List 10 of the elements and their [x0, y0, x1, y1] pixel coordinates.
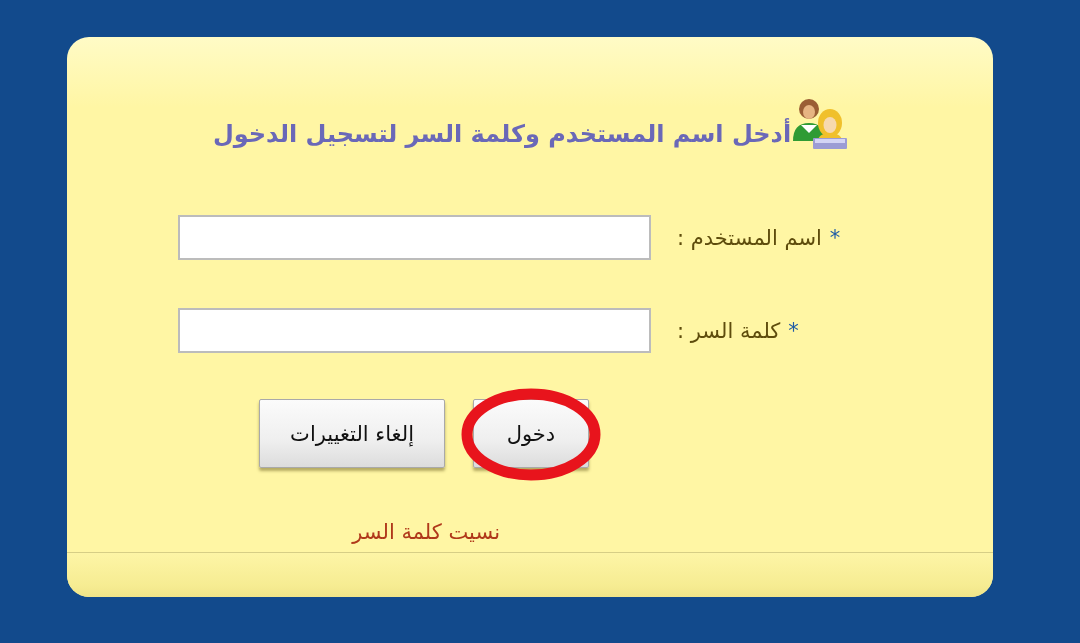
two-people-icon: [791, 97, 848, 149]
input-field[interactable]: [178, 308, 651, 353]
forgot-password-link[interactable]: نسيت كلمة السر: [352, 518, 500, 546]
form-button[interactable]: إلغاء التغييرات: [259, 399, 445, 468]
required-asterisk: *: [788, 318, 799, 343]
required-asterisk: *: [829, 225, 841, 250]
field-label: كلمة السر :: [677, 318, 781, 343]
login-heading: أدخل اسم المستخدم وكلمة السر لتسجيل الدخول: [212, 119, 792, 149]
input-field[interactable]: [178, 215, 651, 260]
field-label: اسم المستخدم :: [677, 225, 822, 250]
